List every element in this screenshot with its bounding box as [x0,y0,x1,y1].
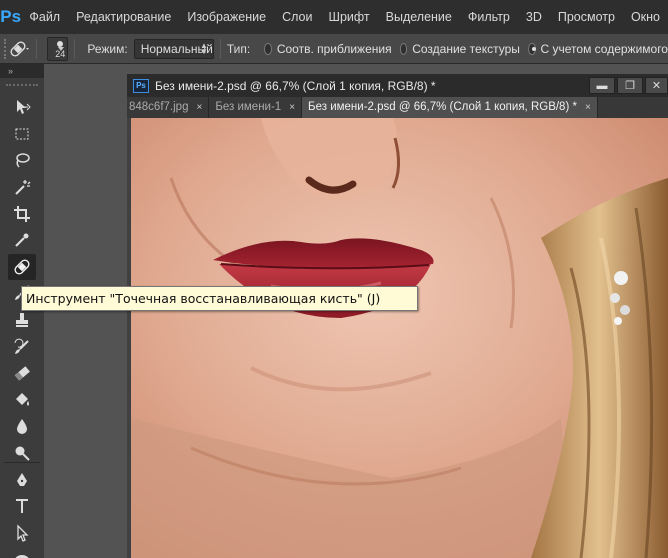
magic-wand-tool[interactable] [8,174,36,201]
document-window: Ps Без имени-2.psd @ 66,7% (Слой 1 копия… [127,74,668,558]
chevron-down-icon [58,46,65,51]
psd-file-icon: Ps [133,78,149,93]
move-tool[interactable] [8,94,36,121]
radio-create-texture-label: Создание текстуры [412,41,520,56]
document-tabs: 848c6f7.jpg × Без имени-1 × Без имени-2.… [127,97,668,118]
dodge-icon [15,446,30,461]
tab-label: Без имени-2.psd @ 66,7% (Слой 1 копия, R… [308,101,577,113]
menu-filter[interactable]: Фильтр [460,0,518,34]
magic-wand-icon [15,180,31,195]
brush-size-picker[interactable]: 24 [47,36,69,61]
crop-icon [14,205,30,222]
menu-bar: Ps Файл Редактирование Изображение Слои … [0,0,668,34]
eraser-icon [14,366,30,381]
bandage-icon [10,40,30,57]
photoshop-logo: Ps [0,7,22,26]
type-icon [16,499,28,514]
document-title: Без имени-2.psd @ 66,7% (Слой 1 копия, R… [155,78,436,93]
blur-tool[interactable] [8,413,36,440]
menu-layers[interactable]: Слои [274,0,320,34]
menu-file[interactable]: Файл [21,0,68,34]
tools-panel: » [0,64,44,558]
type-tool[interactable] [8,493,36,520]
eraser-tool[interactable] [8,360,36,387]
paint-bucket-icon [16,392,29,406]
menu-3d[interactable]: 3D [518,0,550,34]
tab-848c6f7[interactable]: 848c6f7.jpg × [127,97,210,118]
history-brush-icon [14,338,29,354]
path-select-icon [17,524,29,542]
maximize-icon: ❐ [625,80,635,92]
path-selection-tool[interactable] [8,520,36,547]
menu-edit[interactable]: Редактирование [68,0,179,34]
marquee-tool[interactable] [8,121,36,148]
tool-preset-picker[interactable] [8,38,30,60]
updown-arrows-icon: ▲ ▼ [199,40,208,56]
history-brush-tool[interactable] [8,333,36,360]
portrait-photo [131,118,668,558]
separator [219,38,221,59]
crop-tool[interactable] [8,200,36,227]
maximize-button[interactable]: ❐ [617,77,643,94]
ellipse-shape-icon [15,555,29,558]
mode-label: Режим: [87,41,128,56]
tab-close-icon[interactable]: × [196,97,202,118]
document-titlebar[interactable]: Ps Без имени-2.psd @ 66,7% (Слой 1 копия… [127,74,668,97]
minimize-button[interactable]: ▬ [589,77,615,94]
menu-view[interactable]: Просмотр [550,0,623,34]
radio-content-aware[interactable] [527,42,536,55]
tab-label: Без имени-1 [215,101,282,113]
shape-tool[interactable] [8,546,36,558]
tools-panel-header[interactable]: » [0,64,44,78]
tab-untitled-2[interactable]: Без имени-2.psd @ 66,7% (Слой 1 копия, R… [302,97,598,118]
toolbar-grip[interactable] [6,84,38,88]
eyedropper-icon [15,233,29,248]
radio-proximity-match-label: Соотв. приближения [276,41,392,56]
minimize-icon: ▬ [596,79,608,92]
radio-create-texture[interactable] [399,42,408,55]
tab-close-icon[interactable]: × [289,97,295,118]
collapse-icon: » [8,66,13,76]
mode-select[interactable]: Нормальный ▲ ▼ [133,38,214,59]
marquee-icon [15,128,29,140]
tool-column [8,94,36,558]
lasso-icon [16,153,30,169]
type-label: Тип: [226,41,251,56]
close-icon: ✕ [651,80,662,92]
radio-content-aware-label: С учетом содержимого [540,41,668,56]
paint-bucket-tool[interactable] [8,387,36,414]
pen-tool[interactable] [8,466,36,493]
menu-image[interactable]: Изображение [179,0,274,34]
menu-window[interactable]: Окно [623,0,668,34]
drop-icon [17,419,27,435]
separator [36,38,38,59]
radio-proximity-match[interactable] [264,42,272,55]
tab-untitled-1[interactable]: Без имени-1 × [209,97,303,118]
spot-healing-brush-tool[interactable] [8,253,36,281]
image-canvas[interactable] [131,118,668,558]
toolbar-divider [4,462,40,463]
tool-tooltip: Инструмент "Точечная восстанавливающая к… [21,286,418,311]
tab-label: 848c6f7.jpg [129,101,189,113]
stamp-icon [16,313,28,328]
move-icon [17,100,31,115]
close-window-button[interactable]: ✕ [645,77,668,94]
pen-icon [17,472,27,486]
bandage-icon [14,259,30,275]
eyedropper-tool[interactable] [8,227,36,254]
options-bar: 24 Режим: Нормальный ▲ ▼ Тип: Соотв. приб… [0,34,668,64]
tab-close-icon[interactable]: × [585,97,591,118]
menu-select[interactable]: Выделение [378,0,460,34]
menu-type[interactable]: Шрифт [320,0,377,34]
lasso-tool[interactable] [8,147,36,174]
separator [74,38,76,59]
